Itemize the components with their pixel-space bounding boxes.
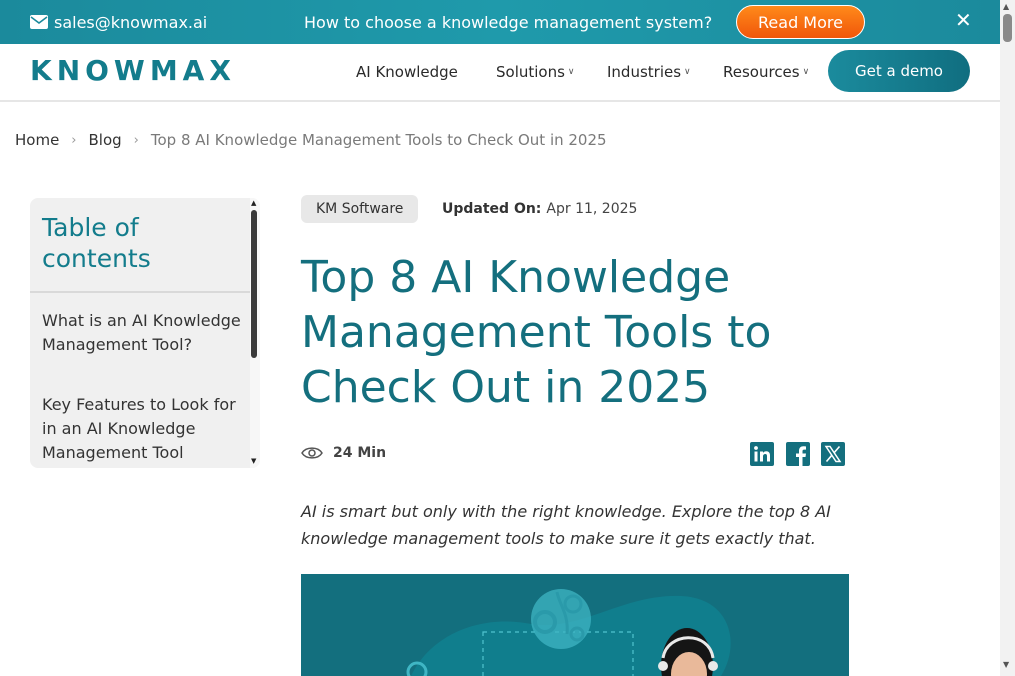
toc-scroll-down-icon[interactable]: ▼ <box>251 457 256 465</box>
toc-scroll-up-icon[interactable]: ▲ <box>251 199 256 207</box>
knowmax-logo[interactable]: KNOWMAX <box>30 54 236 87</box>
facebook-icon[interactable] <box>786 442 810 466</box>
promo-text: How to choose a knowledge management sys… <box>304 12 713 32</box>
read-more-button[interactable]: Read More <box>736 5 865 39</box>
toc-title: Table of contents <box>42 213 151 273</box>
nav-label: Industries <box>607 63 682 81</box>
x-twitter-icon[interactable] <box>821 442 845 466</box>
article-intro: AI is smart but only with the right know… <box>301 502 831 548</box>
article-hero-image <box>301 574 849 676</box>
toc-scrollbar-thumb[interactable] <box>251 210 257 358</box>
article-title: Top 8 AI Knowledge Management Tools to C… <box>301 252 772 413</box>
brain-gears-icon <box>531 589 591 649</box>
scrollbar-thumb[interactable] <box>1003 14 1012 42</box>
updated-date: Updated On: Apr 11, 2025 <box>442 195 637 223</box>
close-icon[interactable]: ✕ <box>955 8 972 32</box>
chevron-down-icon: ∨ <box>684 67 691 77</box>
email-link[interactable]: sales@knowmax.ai <box>30 0 207 44</box>
updated-value: Apr 11, 2025 <box>546 201 638 217</box>
category-tag[interactable]: KM Software <box>301 195 419 223</box>
page-scrollbar[interactable]: ▲ ▼ <box>1000 0 1015 676</box>
site-header: KNOWMAX AI Knowledge Solutions ∨ Industr… <box>0 44 1000 102</box>
chevron-down-icon: ∨ <box>802 67 810 77</box>
toc-divider <box>30 291 250 293</box>
updated-label: Updated On: <box>442 201 542 217</box>
breadcrumb: Home › Blog › Top 8 AI Knowledge Managem… <box>15 131 607 149</box>
scroll-down-icon[interactable]: ▼ <box>1003 660 1009 669</box>
nav-resources[interactable]: Resources ∨ <box>723 44 809 100</box>
breadcrumb-home[interactable]: Home <box>15 131 59 149</box>
envelope-icon <box>30 15 48 29</box>
hero-illustration <box>301 574 849 676</box>
nav-label: Resources <box>723 63 800 81</box>
linkedin-icon[interactable] <box>750 442 774 466</box>
eye-icon <box>301 447 323 459</box>
breadcrumb-current: Top 8 AI Knowledge Management Tools to C… <box>150 131 607 149</box>
nav-industries[interactable]: Industries ∨ <box>607 44 691 100</box>
table-of-contents: Table of contents What is an AI Knowledg… <box>30 198 260 468</box>
chevron-right-icon: › <box>133 132 139 148</box>
nav-label: Solutions <box>496 63 565 81</box>
read-time-value: 24 Min <box>333 445 387 461</box>
announcement-bar: sales@knowmax.ai How to choose a knowled… <box>0 0 1000 44</box>
chevron-down-icon: ∨ <box>567 67 575 77</box>
get-demo-button[interactable]: Get a demo <box>828 50 970 92</box>
toc-item[interactable]: What is an AI Knowledge Management Tool? <box>42 309 242 357</box>
chevron-right-icon: › <box>71 132 77 148</box>
nav-ai-knowledge[interactable]: AI Knowledge <box>356 44 458 100</box>
nav-solutions[interactable]: Solutions ∨ <box>496 44 575 100</box>
email-text: sales@knowmax.ai <box>54 12 208 32</box>
nav-label: AI Knowledge <box>356 63 458 81</box>
read-time: 24 Min <box>301 442 386 464</box>
breadcrumb-blog[interactable]: Blog <box>89 131 122 149</box>
scroll-up-icon[interactable]: ▲ <box>1003 2 1009 11</box>
toc-item[interactable]: Key Features to Look for in an AI Knowle… <box>42 393 242 465</box>
